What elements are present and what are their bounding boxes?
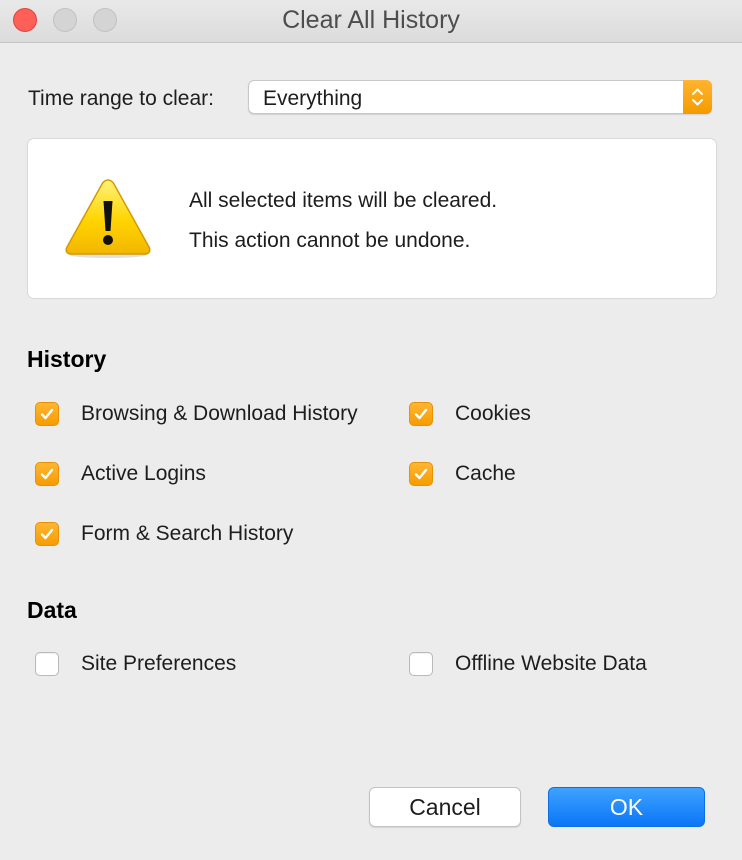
checkbox-label-offline-website-data[interactable]: Offline Website Data (455, 652, 647, 676)
history-section-heading: History (27, 346, 107, 372)
checkbox-label-browsing-download-history[interactable]: Browsing & Download History (81, 402, 358, 426)
warning-icon (65, 179, 151, 258)
checkmark-icon (40, 408, 54, 420)
checkbox-form-search-history[interactable] (35, 522, 59, 546)
time-range-label: Time range to clear: (28, 87, 214, 110)
checkmark-icon (40, 528, 54, 540)
checkbox-site-preferences[interactable] (35, 652, 59, 676)
checkbox-cache[interactable] (409, 462, 433, 486)
checkbox-label-cookies[interactable]: Cookies (455, 402, 531, 426)
time-range-value: Everything (263, 87, 363, 110)
checkbox-label-form-search-history[interactable]: Form & Search History (81, 522, 293, 546)
checkmark-icon (40, 468, 54, 480)
warning-message-line1: All selected items will be cleared. (189, 189, 498, 212)
title-bar: Clear All History (0, 0, 742, 43)
window-title: Clear All History (282, 6, 460, 34)
checkbox-cookies[interactable] (409, 402, 433, 426)
warning-message-line2: This action cannot be undone. (189, 229, 471, 252)
checkbox-label-site-preferences[interactable]: Site Preferences (81, 652, 236, 676)
checkmark-icon (414, 468, 428, 480)
checkbox-label-cache[interactable]: Cache (455, 462, 516, 486)
checkbox-label-active-logins[interactable]: Active Logins (81, 462, 206, 486)
time-range-select[interactable]: Everything (248, 80, 712, 114)
checkmark-icon (414, 408, 428, 420)
checkbox-offline-website-data[interactable] (409, 652, 433, 676)
data-section-heading: Data (27, 597, 77, 623)
select-stepper-icon (683, 80, 712, 114)
checkbox-active-logins[interactable] (35, 462, 59, 486)
warning-panel: All selected items will be cleared. This… (27, 138, 717, 299)
cancel-button[interactable]: Cancel (369, 787, 521, 827)
ok-button[interactable]: OK (548, 787, 705, 827)
checkbox-browsing-download-history[interactable] (35, 402, 59, 426)
